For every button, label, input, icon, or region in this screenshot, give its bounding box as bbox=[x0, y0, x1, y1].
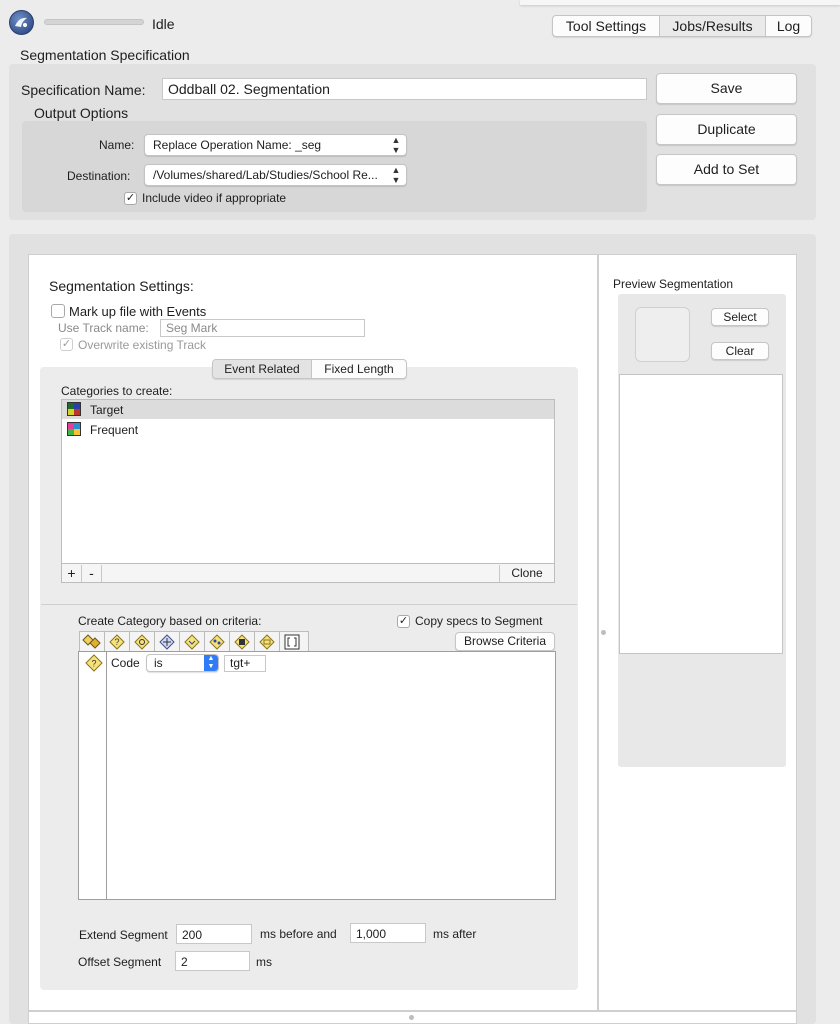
category-name: Target bbox=[90, 403, 124, 417]
output-name-label: Name: bbox=[99, 138, 135, 152]
criteria-gutter bbox=[79, 652, 107, 899]
chevron-updown-icon: ▲ ▼ bbox=[391, 165, 401, 185]
app-icon bbox=[9, 10, 34, 35]
destination-label: Destination: bbox=[67, 169, 131, 183]
add-to-set-button[interactable]: Add to Set bbox=[656, 154, 797, 185]
output-name-value: Replace Operation Name: _seg bbox=[153, 138, 322, 152]
include-video-checkbox[interactable]: ✓ bbox=[124, 192, 137, 205]
extend-after-input[interactable]: 1,000 bbox=[350, 923, 426, 943]
category-grid-icon bbox=[67, 402, 81, 416]
clear-button[interactable]: Clear bbox=[711, 342, 769, 360]
svg-text:?: ? bbox=[91, 659, 96, 669]
destination-popup[interactable]: /Volumes/shared/Lab/Studies/School Re...… bbox=[144, 164, 407, 186]
extend-segment-label: Extend Segment bbox=[79, 928, 168, 942]
code-diamond-icon[interactable] bbox=[180, 632, 205, 652]
svg-text:?: ? bbox=[114, 637, 119, 647]
criteria-field-label: Code bbox=[111, 656, 140, 670]
split-divider-handle[interactable] bbox=[601, 630, 606, 635]
overwrite-track-label: Overwrite existing Track bbox=[78, 338, 207, 352]
offset-unit-label: ms bbox=[256, 955, 272, 969]
net-diamond-icon[interactable] bbox=[205, 632, 230, 652]
chip-diamond-icon[interactable] bbox=[230, 632, 255, 652]
select-button[interactable]: Select bbox=[711, 308, 769, 326]
criteria-operator-value: is bbox=[154, 656, 163, 670]
tab-event-related[interactable]: Event Related bbox=[213, 360, 312, 378]
extend-before-input[interactable]: 200 bbox=[176, 924, 252, 944]
segmentation-settings-title: Segmentation Settings: bbox=[49, 278, 194, 294]
tab-jobs-results[interactable]: Jobs/Results bbox=[660, 16, 766, 36]
chevron-updown-icon: ▲ ▼ bbox=[204, 655, 218, 671]
duplicate-button[interactable]: Duplicate bbox=[656, 114, 797, 145]
categories-footer bbox=[61, 564, 555, 583]
mode-tabs: Event Related Fixed Length bbox=[212, 359, 407, 379]
preview-list[interactable] bbox=[619, 374, 783, 654]
category-grid-icon bbox=[67, 422, 81, 436]
label-diamond-icon[interactable] bbox=[255, 632, 280, 652]
after-unit-label: ms after bbox=[433, 927, 477, 941]
copy-specs-label: Copy specs to Segment bbox=[415, 614, 543, 628]
destination-value: /Volumes/shared/Lab/Studies/School Re... bbox=[153, 168, 378, 182]
preview-thumbnail bbox=[635, 307, 690, 362]
chevron-updown-icon: ▲ ▼ bbox=[391, 135, 401, 155]
category-name: Frequent bbox=[90, 423, 139, 437]
criteria-editor bbox=[78, 651, 556, 900]
tab-log[interactable]: Log bbox=[766, 16, 811, 36]
preview-title: Preview Segmentation bbox=[613, 277, 734, 291]
question-diamond-icon[interactable]: ? bbox=[105, 632, 130, 652]
section-separator bbox=[41, 604, 577, 605]
add-category-button[interactable]: + bbox=[62, 565, 82, 582]
output-options-title: Output Options bbox=[34, 105, 129, 121]
brackets-icon[interactable] bbox=[280, 632, 305, 652]
target-diamond-icon[interactable] bbox=[130, 632, 155, 652]
list-item[interactable] bbox=[62, 400, 554, 419]
criteria-label: Create Category based on criteria: bbox=[78, 614, 262, 628]
criteria-operator-popup[interactable]: is ▲ ▼ bbox=[146, 654, 219, 672]
tab-tool-settings[interactable]: Tool Settings bbox=[553, 16, 660, 36]
track-name-input[interactable]: Seg Mark bbox=[160, 319, 365, 337]
clone-button[interactable]: Clone bbox=[499, 565, 554, 582]
track-name-label: Use Track name: bbox=[58, 321, 149, 335]
spec-name-label: Specification Name: bbox=[21, 82, 146, 98]
categories-label: Categories to create: bbox=[61, 384, 173, 398]
spec-name-input[interactable]: Oddball 02. Segmentation bbox=[162, 78, 647, 100]
output-name-popup[interactable]: Replace Operation Name: _seg ▲ ▼ bbox=[144, 134, 407, 156]
crosshair-diamond-icon[interactable] bbox=[155, 632, 180, 652]
question-diamond-icon: ? bbox=[85, 654, 103, 675]
markup-label: Mark up file with Events bbox=[69, 304, 207, 319]
offset-input[interactable]: 2 bbox=[175, 951, 250, 971]
offset-segment-label: Offset Segment bbox=[78, 955, 162, 969]
criteria-value-input[interactable]: tgt+ bbox=[224, 655, 266, 672]
before-unit-label: ms before and bbox=[260, 927, 337, 941]
markup-checkbox[interactable] bbox=[51, 304, 65, 318]
spec-section-title: Segmentation Specification bbox=[20, 47, 190, 63]
include-video-label: Include video if appropriate bbox=[142, 191, 287, 205]
main-tabs: Tool Settings Jobs/Results Log bbox=[552, 15, 812, 37]
window-top-edge bbox=[520, 0, 840, 5]
browse-criteria-button[interactable]: Browse Criteria bbox=[455, 632, 555, 651]
tab-fixed-length[interactable]: Fixed Length bbox=[312, 360, 406, 378]
status-text: Idle bbox=[152, 16, 175, 32]
criteria-toolbar: ? bbox=[79, 631, 309, 652]
progress-bar bbox=[44, 19, 144, 25]
bottom-divider-handle[interactable] bbox=[409, 1015, 414, 1020]
copy-specs-checkbox[interactable]: ✓ bbox=[397, 615, 410, 628]
and-or-icon[interactable] bbox=[80, 632, 105, 652]
overwrite-track-checkbox[interactable]: ✓ bbox=[60, 338, 73, 351]
save-button[interactable]: Save bbox=[656, 73, 797, 104]
remove-category-button[interactable]: - bbox=[82, 565, 102, 582]
